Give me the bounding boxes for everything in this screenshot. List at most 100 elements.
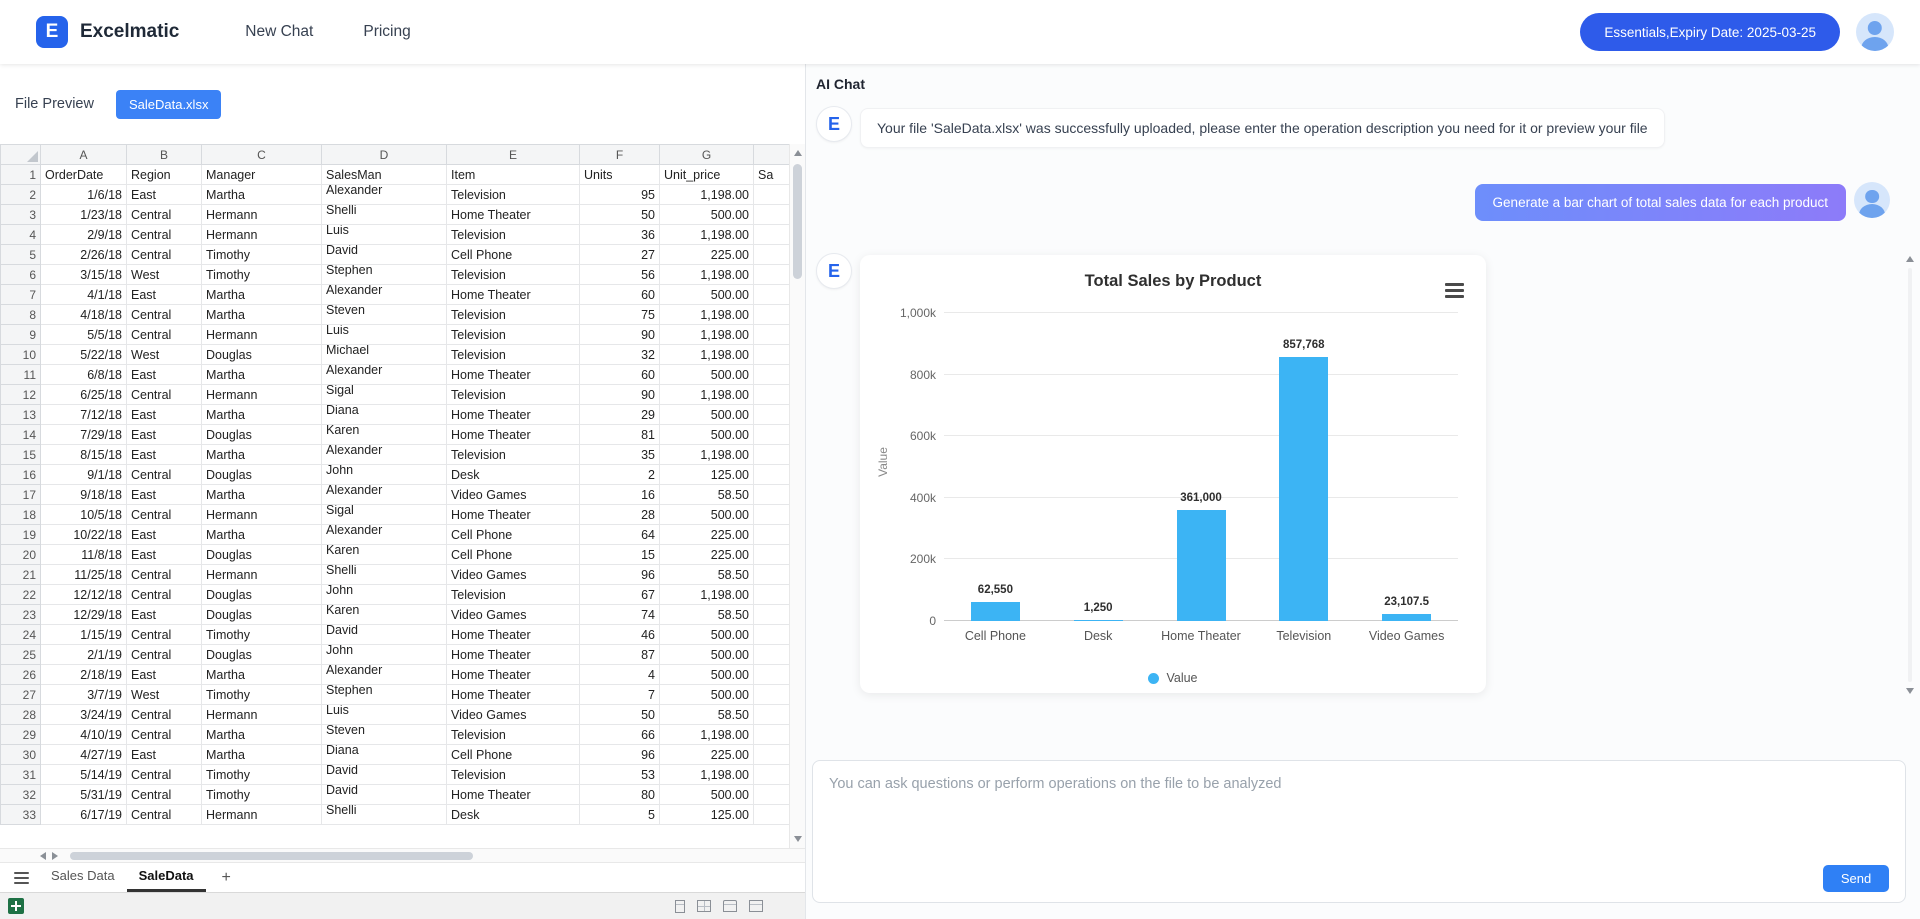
cell[interactable]: Television <box>447 765 580 785</box>
cell[interactable] <box>754 325 790 345</box>
cell[interactable]: Karen <box>322 545 447 565</box>
cell[interactable]: Video Games <box>447 565 580 585</box>
cell[interactable]: 3/7/19 <box>41 685 127 705</box>
cell[interactable]: Alexander <box>322 365 447 385</box>
cell[interactable]: Cell Phone <box>447 745 580 765</box>
row-number[interactable]: 9 <box>1 325 41 345</box>
cell[interactable]: Sigal <box>322 385 447 405</box>
column-header-A[interactable]: A <box>41 145 127 165</box>
cell[interactable] <box>754 725 790 745</box>
cell[interactable]: Timothy <box>202 785 322 805</box>
cell[interactable]: 4/1/18 <box>41 285 127 305</box>
cell[interactable]: 11/8/18 <box>41 545 127 565</box>
cell[interactable]: 2/9/18 <box>41 225 127 245</box>
cell[interactable]: 1,198.00 <box>660 185 754 205</box>
cell[interactable]: Luis <box>322 225 447 245</box>
cell[interactable]: Alexander <box>322 285 447 305</box>
cell[interactable]: Central <box>127 325 202 345</box>
cell[interactable] <box>754 385 790 405</box>
cell[interactable]: Martha <box>202 185 322 205</box>
cell[interactable]: Home Theater <box>447 425 580 445</box>
cell[interactable]: Hermann <box>202 705 322 725</box>
cell[interactable]: Steven <box>322 725 447 745</box>
row-number[interactable]: 21 <box>1 565 41 585</box>
cell[interactable]: 4/27/19 <box>41 745 127 765</box>
cell[interactable]: 225.00 <box>660 745 754 765</box>
row-number[interactable]: 15 <box>1 445 41 465</box>
column-header-D[interactable]: D <box>322 145 447 165</box>
cell[interactable]: 1,198.00 <box>660 765 754 785</box>
cell[interactable]: Steven <box>322 305 447 325</box>
cell[interactable]: Cell Phone <box>447 245 580 265</box>
row-number[interactable]: 26 <box>1 665 41 685</box>
cell[interactable]: Television <box>447 345 580 365</box>
chart-menu-icon[interactable] <box>1445 283 1464 298</box>
cell[interactable] <box>754 525 790 545</box>
cell[interactable]: 12/29/18 <box>41 605 127 625</box>
cell[interactable]: 5/22/18 <box>41 345 127 365</box>
bar-television[interactable] <box>1279 357 1328 621</box>
cell[interactable]: Timothy <box>202 625 322 645</box>
cell[interactable]: Central <box>127 625 202 645</box>
cell[interactable] <box>754 805 790 825</box>
cell[interactable]: Alexander <box>322 445 447 465</box>
cell[interactable]: Home Theater <box>447 505 580 525</box>
page-view-icon[interactable] <box>675 900 685 913</box>
cell[interactable]: Video Games <box>447 705 580 725</box>
cell[interactable]: Michael <box>322 345 447 365</box>
cell[interactable]: 2/18/19 <box>41 665 127 685</box>
row-number[interactable]: 5 <box>1 245 41 265</box>
cell[interactable]: Central <box>127 805 202 825</box>
cell[interactable]: 96 <box>580 565 660 585</box>
row-number[interactable]: 10 <box>1 345 41 365</box>
cell[interactable]: Timothy <box>202 265 322 285</box>
row-number[interactable]: 8 <box>1 305 41 325</box>
cell[interactable]: Hermann <box>202 505 322 525</box>
cell[interactable]: 80 <box>580 785 660 805</box>
column-header-partial[interactable] <box>754 145 790 165</box>
cell[interactable] <box>754 265 790 285</box>
cell[interactable] <box>754 545 790 565</box>
cell[interactable]: 75 <box>580 305 660 325</box>
cell[interactable] <box>754 585 790 605</box>
cell[interactable]: East <box>127 605 202 625</box>
cell[interactable]: 5 <box>580 805 660 825</box>
send-button[interactable]: Send <box>1823 865 1889 892</box>
cell[interactable]: 225.00 <box>660 525 754 545</box>
cell[interactable]: Luis <box>322 705 447 725</box>
sheet-tab-saledata[interactable]: SaleData <box>127 863 206 892</box>
cell[interactable]: 36 <box>580 225 660 245</box>
cell[interactable] <box>754 665 790 685</box>
cell[interactable]: Television <box>447 325 580 345</box>
cell[interactable]: 50 <box>580 705 660 725</box>
cell[interactable]: 56 <box>580 265 660 285</box>
cell[interactable]: 500.00 <box>660 405 754 425</box>
cell[interactable] <box>754 785 790 805</box>
cell[interactable] <box>754 645 790 665</box>
cell[interactable]: 3/24/19 <box>41 705 127 725</box>
cell[interactable]: Home Theater <box>447 625 580 645</box>
cell[interactable]: Martha <box>202 445 322 465</box>
cell[interactable]: Manager <box>202 165 322 185</box>
cell[interactable]: Shelli <box>322 805 447 825</box>
cell[interactable] <box>754 425 790 445</box>
cell[interactable] <box>754 185 790 205</box>
cell[interactable]: 2/1/19 <box>41 645 127 665</box>
cell[interactable]: Sigal <box>322 505 447 525</box>
cell[interactable]: Hermann <box>202 325 322 345</box>
chat-scroll-down-icon[interactable] <box>1906 688 1914 694</box>
cell[interactable]: Central <box>127 565 202 585</box>
cell[interactable] <box>754 485 790 505</box>
cell[interactable]: 67 <box>580 585 660 605</box>
scroll-down-icon[interactable] <box>794 836 802 842</box>
cell[interactable]: 11/25/18 <box>41 565 127 585</box>
select-all-corner[interactable] <box>1 145 41 165</box>
cell[interactable]: 3/15/18 <box>41 265 127 285</box>
row-number[interactable]: 1 <box>1 165 41 185</box>
cell[interactable]: Douglas <box>202 425 322 445</box>
row-number[interactable]: 3 <box>1 205 41 225</box>
row-number[interactable]: 2 <box>1 185 41 205</box>
cell[interactable]: 500.00 <box>660 785 754 805</box>
cell[interactable] <box>754 705 790 725</box>
cell[interactable]: East <box>127 525 202 545</box>
